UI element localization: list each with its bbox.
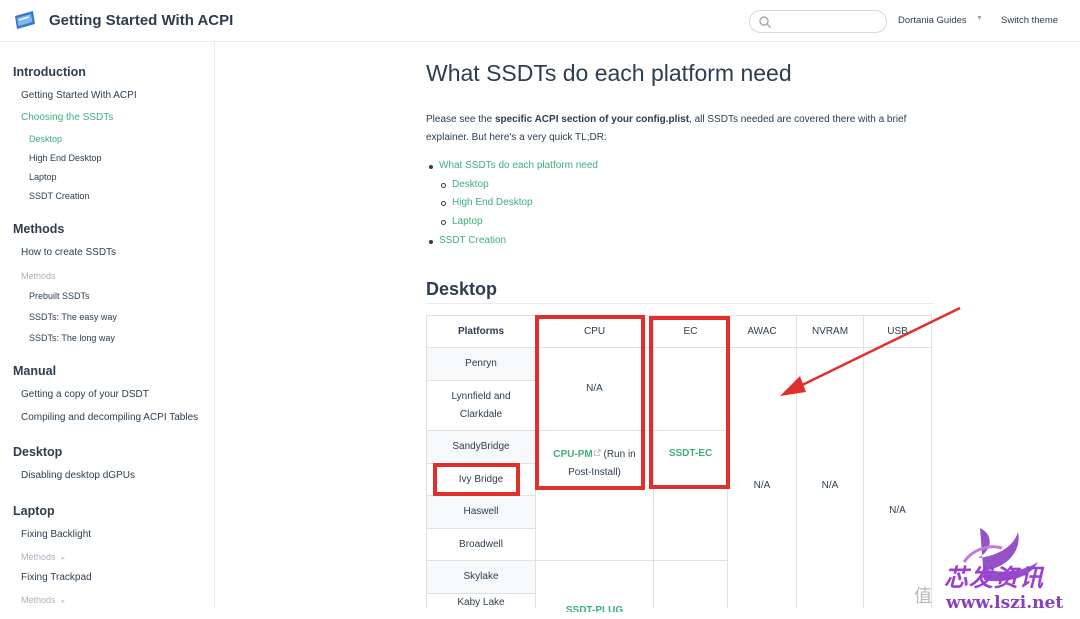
watermark-zhi-text: 值: [914, 586, 932, 606]
sidebar-subitem-desktop[interactable]: Desktop: [29, 134, 62, 144]
usb-na-cell: N/A: [889, 505, 906, 516]
para-text: Please see the: [426, 114, 495, 125]
platform-lynnfield-clarkdale: Lynnfield and Clarkdale: [427, 381, 535, 430]
annotation-arrow-icon: [780, 306, 961, 396]
intro-paragraph: Please see the specific ACPI section of …: [426, 111, 936, 147]
platform-broadwell: Broadwell: [459, 538, 503, 550]
platform-haswell: Haswell: [463, 506, 499, 517]
toc-link-laptop[interactable]: Laptop: [452, 216, 483, 227]
sidebar-heading-methods[interactable]: Methods: [13, 222, 64, 236]
watermark-url-text: www.lszi.net: [946, 593, 1064, 613]
sidebar-heading-introduction[interactable]: Introduction: [13, 65, 86, 79]
sidebar-item-copy-dsdt[interactable]: Getting a copy of your DSDT: [21, 389, 149, 400]
search-icon: [759, 16, 772, 29]
sidebar-heading-desktop[interactable]: Desktop: [13, 445, 62, 459]
sidebar-subitem-long-way[interactable]: SSDTs: The long way: [29, 333, 115, 343]
sidebar-subitem-ssdt-creation[interactable]: SSDT Creation: [29, 191, 89, 201]
platform-skylake: Skylake: [463, 571, 499, 582]
bullet-circle-icon: [441, 201, 446, 206]
bullet-icon: [429, 165, 433, 169]
page-title: What SSDTs do each platform need: [426, 60, 792, 86]
bullet-icon: [429, 240, 433, 244]
sidebar-item-fixing-backlight[interactable]: Fixing Backlight: [21, 529, 91, 540]
platform-kabylake: Kaby Lake: [457, 597, 505, 608]
toc-link-platform-need[interactable]: What SSDTs do each platform need: [439, 160, 598, 171]
sidebar-item-how-to-create[interactable]: How to create SSDTs: [21, 247, 116, 258]
sidebar-subitem-laptop[interactable]: Laptop: [29, 172, 57, 182]
sidebar-item-compiling[interactable]: Compiling and decompiling ACPI Tables: [21, 412, 198, 423]
top-navbar: Getting Started With ACPI Dortania Guide…: [0, 0, 1080, 42]
watermark-chinese-text: 芯发资讯: [944, 563, 1044, 592]
sidebar-item-disabling-dgpu[interactable]: Disabling desktop dGPUs: [21, 470, 135, 481]
search-input[interactable]: [749, 10, 887, 33]
sidebar-subitem-easy-way[interactable]: SSDTs: The easy way: [29, 312, 117, 322]
ssdt-plug-link[interactable]: SSDT-PLUG: [566, 602, 623, 612]
bullet-circle-icon: [441, 183, 446, 188]
sidebar-subitem-hedt[interactable]: High End Desktop: [29, 153, 102, 163]
nav-dortania-guides[interactable]: Dortania Guides: [898, 15, 967, 26]
platform-sandybridge: SandyBridge: [452, 441, 510, 452]
sidebar-item-choosing-ssdts[interactable]: Choosing the SSDTs: [21, 112, 113, 123]
toc-link-ssdt-creation[interactable]: SSDT Creation: [439, 235, 506, 246]
sidebar-heading-manual[interactable]: Manual: [13, 364, 56, 378]
sidebar-item-getting-started[interactable]: Getting Started With ACPI: [21, 90, 137, 101]
section-title-desktop: Desktop: [426, 279, 498, 299]
highlight-box-ec: [649, 316, 730, 489]
toc-link-desktop[interactable]: Desktop: [452, 179, 489, 190]
sidebar-group-methods-backlight[interactable]: Methods ▸: [21, 552, 65, 562]
sidebar-subitem-prebuilt[interactable]: Prebuilt SSDTs: [29, 291, 90, 301]
dortania-logo-icon[interactable]: [13, 10, 37, 30]
sidebar-item-fixing-trackpad[interactable]: Fixing Trackpad: [21, 572, 92, 583]
bullet-circle-icon: [441, 220, 446, 225]
site-title-link[interactable]: Getting Started With ACPI: [49, 12, 233, 29]
highlight-box-ivybridge: [433, 463, 520, 496]
chevron-down-icon[interactable]: ▼: [976, 15, 983, 22]
sidebar-group-label: Methods: [21, 552, 56, 562]
sidebar-heading-laptop[interactable]: Laptop: [13, 504, 55, 518]
sidebar-group-methods: Methods: [21, 271, 56, 281]
toc-link-hedt[interactable]: High End Desktop: [452, 197, 533, 208]
platform-penryn: Penryn: [465, 358, 497, 369]
sidebar: Introduction Getting Started With ACPI C…: [0, 42, 215, 608]
sidebar-group-label: Methods: [21, 595, 56, 605]
chevron-right-icon: ▸: [61, 598, 66, 605]
platform-line: Lynnfield and: [451, 390, 511, 402]
platform-line: Clarkdale: [459, 408, 503, 420]
table-header-platforms: Platforms: [457, 325, 505, 337]
awac-na-cell: N/A: [753, 480, 771, 491]
nav-switch-theme[interactable]: Switch theme: [1001, 15, 1058, 26]
chevron-right-icon: ▸: [61, 555, 66, 562]
cpu-plug-cell: SSDT-PLUG: [536, 602, 653, 612]
highlight-box-cpu: [535, 315, 645, 490]
sidebar-group-methods-trackpad[interactable]: Methods ▸: [21, 595, 65, 605]
nvram-na-cell: N/A: [821, 480, 839, 491]
para-bold-text: specific ACPI section of your config.pli…: [494, 114, 690, 125]
